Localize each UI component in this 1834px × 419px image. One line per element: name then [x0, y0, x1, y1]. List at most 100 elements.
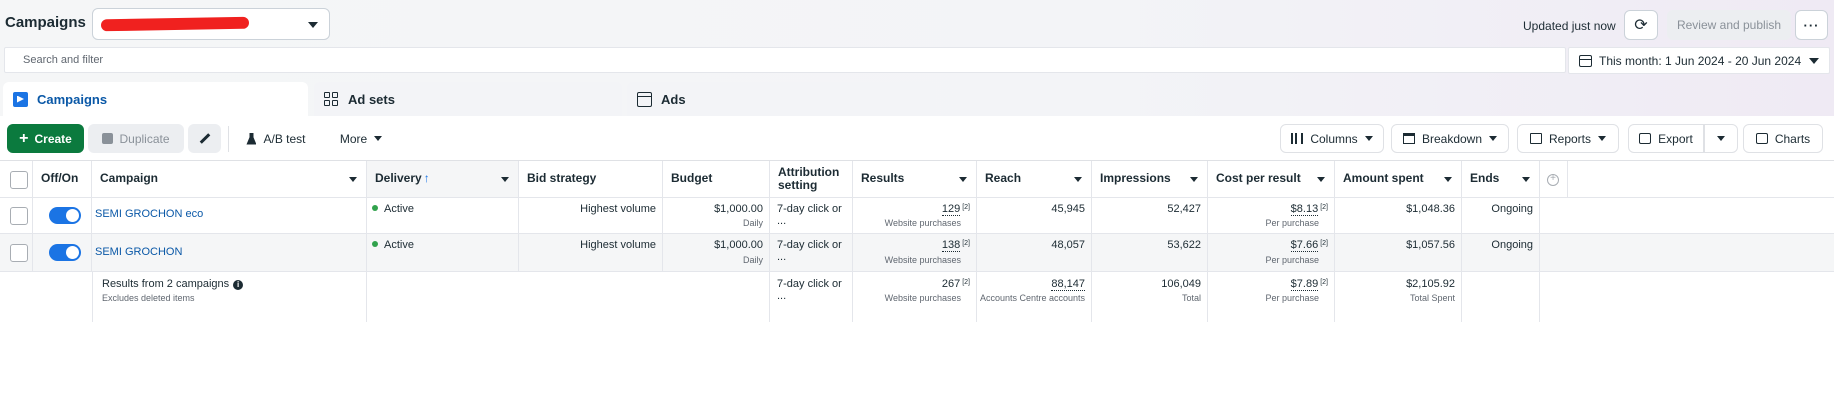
chevron-down-icon[interactable]: [501, 177, 509, 182]
campaign-on-off-toggle[interactable]: [49, 207, 81, 224]
totals-label: Results from 2 campaigns: [102, 278, 230, 290]
export-dropdown-button[interactable]: [1704, 124, 1738, 153]
footnote-marker: [2]: [1320, 240, 1328, 247]
totals-results-cell: 267 [2] Website purchases: [853, 272, 977, 322]
totals-spacer-cell: [367, 272, 770, 322]
tab-label: Ads: [661, 91, 686, 107]
ends-cell: Ongoing: [1462, 234, 1540, 271]
search-input[interactable]: [4, 47, 1566, 73]
impressions-cell: 52,427: [1092, 198, 1208, 233]
row-select-cell: [0, 234, 33, 271]
plus-icon: +: [19, 129, 29, 147]
amount-spent-value: $1,048.36: [1406, 203, 1455, 215]
campaigns-table: Off/On Campaign Delivery ↑ Bid strategy B…: [0, 160, 1834, 322]
totals-amount-value: $2,105.92: [1406, 278, 1455, 290]
reports-button[interactable]: Reports: [1517, 124, 1619, 153]
breakdown-button[interactable]: Breakdown: [1391, 124, 1509, 153]
date-range-picker[interactable]: This month: 1 Jun 2024 - 20 Jun 2024: [1568, 47, 1830, 74]
totals-amount-type: Total Spent: [1409, 293, 1455, 303]
refresh-icon: ⟳: [1634, 17, 1648, 34]
ads-manager-page: Campaigns Updated just now ⟳ Review and …: [0, 0, 1834, 419]
more-button[interactable]: More: [332, 124, 390, 153]
campaign-on-off-toggle[interactable]: [49, 244, 81, 261]
campaign-name-link[interactable]: SEMI GROCHON: [95, 246, 182, 258]
column-header-impressions[interactable]: Impressions: [1092, 161, 1208, 197]
updated-status: Updated just now: [1523, 19, 1616, 33]
cost-per-result-value: $7.66: [1290, 239, 1319, 252]
reports-icon: [1529, 133, 1542, 144]
toolbar: + Create Duplicate A/B test More Columns …: [0, 116, 1834, 161]
bid-strategy-cell: Highest volume: [519, 234, 663, 271]
totals-cost-cell: $7.89 [2] Per purchase: [1208, 272, 1335, 322]
column-header-campaign[interactable]: Campaign: [92, 161, 367, 197]
column-header-results[interactable]: Results: [853, 161, 977, 197]
edit-button[interactable]: [188, 124, 221, 153]
column-header-attribution-setting[interactable]: Attribution setting: [770, 161, 853, 197]
row-checkbox[interactable]: [10, 207, 28, 225]
tab-ads[interactable]: Ads: [627, 82, 935, 116]
row-checkbox[interactable]: [10, 244, 28, 262]
column-header-budget[interactable]: Budget: [663, 161, 770, 197]
column-label: setting: [778, 178, 818, 192]
create-button[interactable]: + Create: [7, 124, 84, 153]
info-icon[interactable]: i: [233, 280, 244, 290]
delivery-cell: Active: [367, 234, 519, 271]
reach-value: 45,945: [1051, 203, 1085, 215]
chevron-down-icon[interactable]: [1190, 177, 1198, 182]
review-and-publish-button[interactable]: Review and publish: [1667, 10, 1791, 40]
ab-test-button[interactable]: A/B test: [234, 124, 318, 153]
chevron-down-icon[interactable]: [349, 177, 357, 182]
column-label: Cost per result: [1216, 171, 1301, 185]
column-header-bid-strategy[interactable]: Bid strategy: [519, 161, 663, 197]
attribution-cell: 7-day click or ...: [770, 234, 853, 271]
attribution-value: 7-day click or ...: [777, 203, 842, 227]
tab-ad-sets[interactable]: Ad sets: [314, 82, 622, 116]
add-column-icon[interactable]: +: [1547, 174, 1559, 186]
amount-spent-value: $1,057.56: [1406, 239, 1455, 251]
column-header-cost-per-result[interactable]: Cost per result: [1208, 161, 1335, 197]
chevron-down-icon[interactable]: [1074, 177, 1082, 182]
charts-label: Charts: [1774, 131, 1811, 146]
table-row[interactable]: SEMI GROCHON Active Highest volume $1,00…: [0, 234, 1834, 272]
totals-impressions-cell: 106,049 Total: [1092, 272, 1208, 322]
table-row[interactable]: SEMI GROCHON eco Active Highest volume $…: [0, 198, 1834, 234]
campaign-selector-dropdown[interactable]: [92, 8, 330, 40]
chevron-down-icon: [374, 136, 383, 141]
budget-cell: $1,000.00 Daily: [663, 198, 770, 233]
toolbar-divider: [228, 126, 229, 152]
column-header-ends[interactable]: Ends: [1462, 161, 1540, 197]
export-button[interactable]: Export: [1628, 124, 1704, 153]
impressions-value: 52,427: [1167, 203, 1201, 215]
create-label: Create: [34, 131, 72, 146]
ad-sets-icon: [324, 91, 339, 107]
ends-value: Ongoing: [1491, 203, 1533, 215]
select-all-checkbox[interactable]: [10, 171, 28, 189]
column-header-off-on[interactable]: Off/On: [33, 161, 92, 197]
active-status-dot: [372, 205, 378, 211]
chevron-down-icon[interactable]: [1444, 177, 1452, 182]
column-header-delivery[interactable]: Delivery ↑: [367, 161, 519, 197]
charts-button[interactable]: Charts: [1743, 124, 1823, 153]
tab-campaigns[interactable]: Campaigns: [3, 82, 308, 116]
reports-label: Reports: [1548, 131, 1592, 146]
refresh-button[interactable]: ⟳: [1624, 10, 1658, 40]
column-header-reach[interactable]: Reach: [977, 161, 1092, 197]
chevron-down-icon: [1489, 136, 1498, 141]
chevron-down-icon[interactable]: [959, 177, 967, 182]
delivery-cell: Active: [367, 198, 519, 233]
delivery-status: Active: [384, 203, 414, 215]
chevron-down-icon[interactable]: [1317, 177, 1325, 182]
columns-button[interactable]: Columns: [1280, 124, 1384, 153]
totals-amount-cell: $2,105.92 Total Spent: [1335, 272, 1462, 322]
column-label: Bid strategy: [527, 171, 597, 185]
chevron-down-icon[interactable]: [1522, 177, 1530, 182]
results-cell: 129 [2] Website purchases: [853, 198, 977, 233]
more-options-button[interactable]: ···: [1795, 10, 1828, 40]
chevron-down-icon: [1809, 58, 1819, 64]
column-header-amount-spent[interactable]: Amount spent: [1335, 161, 1462, 197]
duplicate-button[interactable]: Duplicate: [88, 124, 184, 153]
pencil-icon: [199, 133, 210, 144]
export-label: Export: [1658, 131, 1693, 146]
campaign-name-link[interactable]: SEMI GROCHON eco: [95, 208, 203, 220]
chevron-down-icon: [1598, 136, 1607, 141]
